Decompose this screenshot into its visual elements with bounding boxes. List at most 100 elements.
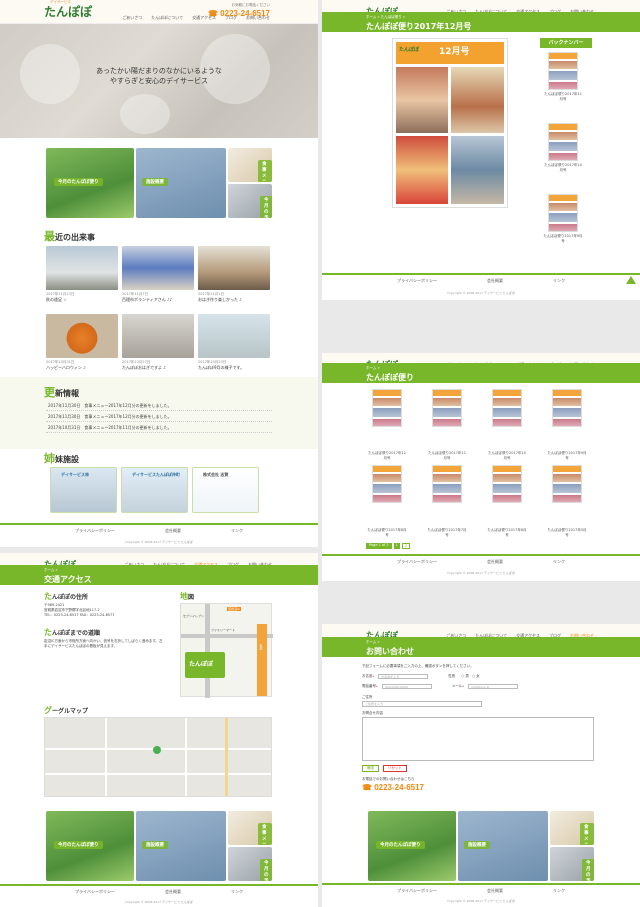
footer-company-link[interactable]: 会社概要 [487,885,503,896]
breadcrumb[interactable]: ホーム » たんぽぽ便り » [366,15,405,20]
site-logo[interactable]: たんぽぽ [44,3,92,20]
news-item[interactable]: 2017年11月1日 おはぎ作り楽しかった ♪ [198,246,270,308]
footer-links-link[interactable]: リンク [553,885,565,896]
page-2-link[interactable]: 2 [401,543,411,549]
tile-facility[interactable]: 施設概要 [136,811,226,881]
update-row[interactable]: 2017年11月30日 食事メニュー2017年12月分の更新をしました。 [46,411,272,422]
footer-links-link[interactable]: リンク [553,275,565,286]
news-item[interactable]: 2017年10月23日 たんぽぽ9月の様子です。 [198,314,270,376]
archive-thumb[interactable] [492,465,522,503]
gender-female-radio[interactable]: ○ 女 [472,674,480,679]
footer-privacy-link[interactable]: プライバシーポリシー [397,275,437,286]
tile-schedule[interactable]: 今月の予定 [550,847,594,881]
backnumber-caption[interactable]: たんぽぽ便り2017年10月号 [543,163,583,173]
sister-facilities: デイサービス林 デイサービスたんぽぽ仲町 株式会社 志賀 [50,467,259,513]
nav-about[interactable]: たんぽぽについて [151,15,183,21]
archive-caption[interactable]: たんぽぽ便り2017年5月号 [547,528,587,538]
route-heading: たんぽぽまでの道順 [44,628,101,637]
sister-box[interactable]: デイサービスたんぽぽ仲町 [121,467,188,513]
archive-caption[interactable]: たんぽぽ便り2017年11月号 [427,451,467,461]
tile-schedule[interactable]: 今月の予定 [228,184,272,218]
pagination: Page 1 of 2 1 2 [366,543,411,549]
backnumber-thumb[interactable] [548,52,578,90]
footer-company-link[interactable]: 会社概要 [165,525,181,536]
tile-schedule[interactable]: 今月の予定 [228,847,272,881]
archive-caption[interactable]: たんぽぽ便り2017年12月号 [367,451,407,461]
sister-box[interactable]: 株式会社 志賀 [192,467,259,513]
news-item[interactable]: 2017年10月27日 たんぽぽおはぎですよ ♪ [122,314,194,376]
nav-blog[interactable]: ブログ [225,15,237,21]
backnumber-caption[interactable]: たんぽぽ便り2017年9月号 [543,234,583,244]
access-page: たんぽぽ ごあいさつ たんぽぽについて 交通アクセス ブログ お問い合わせ ホー… [0,553,318,907]
footer-company-link[interactable]: 会社概要 [487,556,503,567]
map-pin-icon[interactable] [153,746,161,754]
tile-newsletter[interactable]: 今月のたんぽぽ便り [46,148,134,218]
tile-newsletter[interactable]: 今月のたんぽぽ便り [368,811,456,881]
breadcrumb[interactable]: ホーム » [44,568,58,573]
tile-facility[interactable]: 施設概要 [136,148,226,218]
page-title: たんぽぽ便り [366,373,414,382]
address-field[interactable]: ご住所を入力 [362,701,482,707]
news-item[interactable]: 2017年11月13日 秋の遠足 ☆ [46,246,118,308]
archive-thumb[interactable] [372,465,402,503]
tile-facility[interactable]: 施設概要 [458,811,548,881]
page-1-link[interactable]: 1 [393,543,400,549]
tile-menu[interactable]: 食事メニュー [228,148,272,182]
footer-links: プライバシーポリシー 会社概要 リンク [322,883,640,896]
message-field[interactable] [362,717,594,761]
footer-company-link[interactable]: 会社概要 [165,886,181,897]
footer-links-link[interactable]: リンク [231,525,243,536]
backnumber-thumb[interactable] [548,123,578,161]
archive-thumb[interactable] [432,389,462,427]
archive-thumb[interactable] [552,389,582,427]
footer-privacy-link[interactable]: プライバシーポリシー [75,886,115,897]
footer-links-link[interactable]: リンク [553,556,565,567]
sister-box[interactable]: デイサービス林 [50,467,117,513]
archive-thumb[interactable] [492,389,522,427]
footer-privacy-link[interactable]: プライバシーポリシー [397,556,437,567]
archive-caption[interactable]: たんぽぽ便り2017年9月号 [547,451,587,461]
footer-links-link[interactable]: リンク [231,886,243,897]
update-row[interactable]: 2017年10月31日 食事メニュー2017年11月分の更新をしました。 [46,422,272,433]
archive-caption[interactable]: たんぽぽ便り2017年6月号 [487,528,527,538]
footer-links: プライバシーポリシー 会社概要 リンク [0,523,318,536]
footer-links: プライバシーポリシー 会社概要 リンク [322,273,640,286]
gender-male-radio[interactable]: ○ 男 [461,674,469,679]
reset-button[interactable]: リセット [383,765,407,772]
nav-greeting[interactable]: ごあいさつ [122,15,142,21]
update-row[interactable]: 2017年11月30日 食事メニュー2017年12月分の更新をしました。 [46,400,272,411]
archive-thumb[interactable] [432,465,462,503]
phone-field[interactable]: 000-0000-0000 [381,684,432,689]
newsletter-image[interactable]: たんぽぽ 12月号 [392,38,508,208]
google-map[interactable] [44,717,272,797]
archive-thumb[interactable] [372,389,402,427]
archive-caption[interactable]: たんぽぽ便り2017年8月号 [367,528,407,538]
archive-caption[interactable]: たんぽぽ便り2017年10月号 [487,451,527,461]
name-field[interactable]: お名前を入力 [378,674,429,679]
tile-newsletter[interactable]: 今月のたんぽぽ便り [46,811,134,881]
footer-privacy-link[interactable]: プライバシーポリシー [75,525,115,536]
backnumber-thumb[interactable] [548,194,578,232]
footer-links: プライバシーポリシー 会社概要 リンク [322,554,640,567]
footer-privacy-link[interactable]: プライバシーポリシー [397,885,437,896]
breadcrumb[interactable]: ホーム » [366,640,380,645]
back-to-top-icon[interactable] [626,276,636,284]
tile-menu[interactable]: 食事メニュー [228,811,272,845]
archive-thumb[interactable] [552,465,582,503]
contact-phone: ☎ 0223-24-6517 [362,783,425,792]
hero-message: あったかい陽だまりのなかにいるような やすらぎと安心のデイサービス [96,67,222,85]
backnumber-caption[interactable]: たんぽぽ便り2017年11月号 [543,92,583,102]
news-item[interactable]: 2017年10月31日 ハッピーハロウィン ♪ [46,314,118,376]
nav-access[interactable]: 交通アクセス [192,15,216,21]
nav-contact[interactable]: お問い合わせ [246,15,270,21]
name-row: お名前 * お名前を入力 性別 ○ 男 ○ 女 [362,674,480,679]
page-title-bar: ホーム » お問い合わせ [322,637,640,657]
footer-company-link[interactable]: 会社概要 [487,275,503,286]
news-item[interactable]: 2017年11月7日 百理市ボランティアさん ♪♪ [122,246,194,308]
email-field[interactable]: mail@xxx.jp [468,684,518,689]
copyright: Copyright © 2006-2017 デイサービス たんぽぽ [447,291,515,295]
archive-caption[interactable]: たんぽぽ便り2017年7月号 [427,528,467,538]
confirm-button[interactable]: 確認 [362,765,379,772]
tile-menu[interactable]: 食事メニュー [550,811,594,845]
breadcrumb[interactable]: ホーム » [366,366,380,371]
